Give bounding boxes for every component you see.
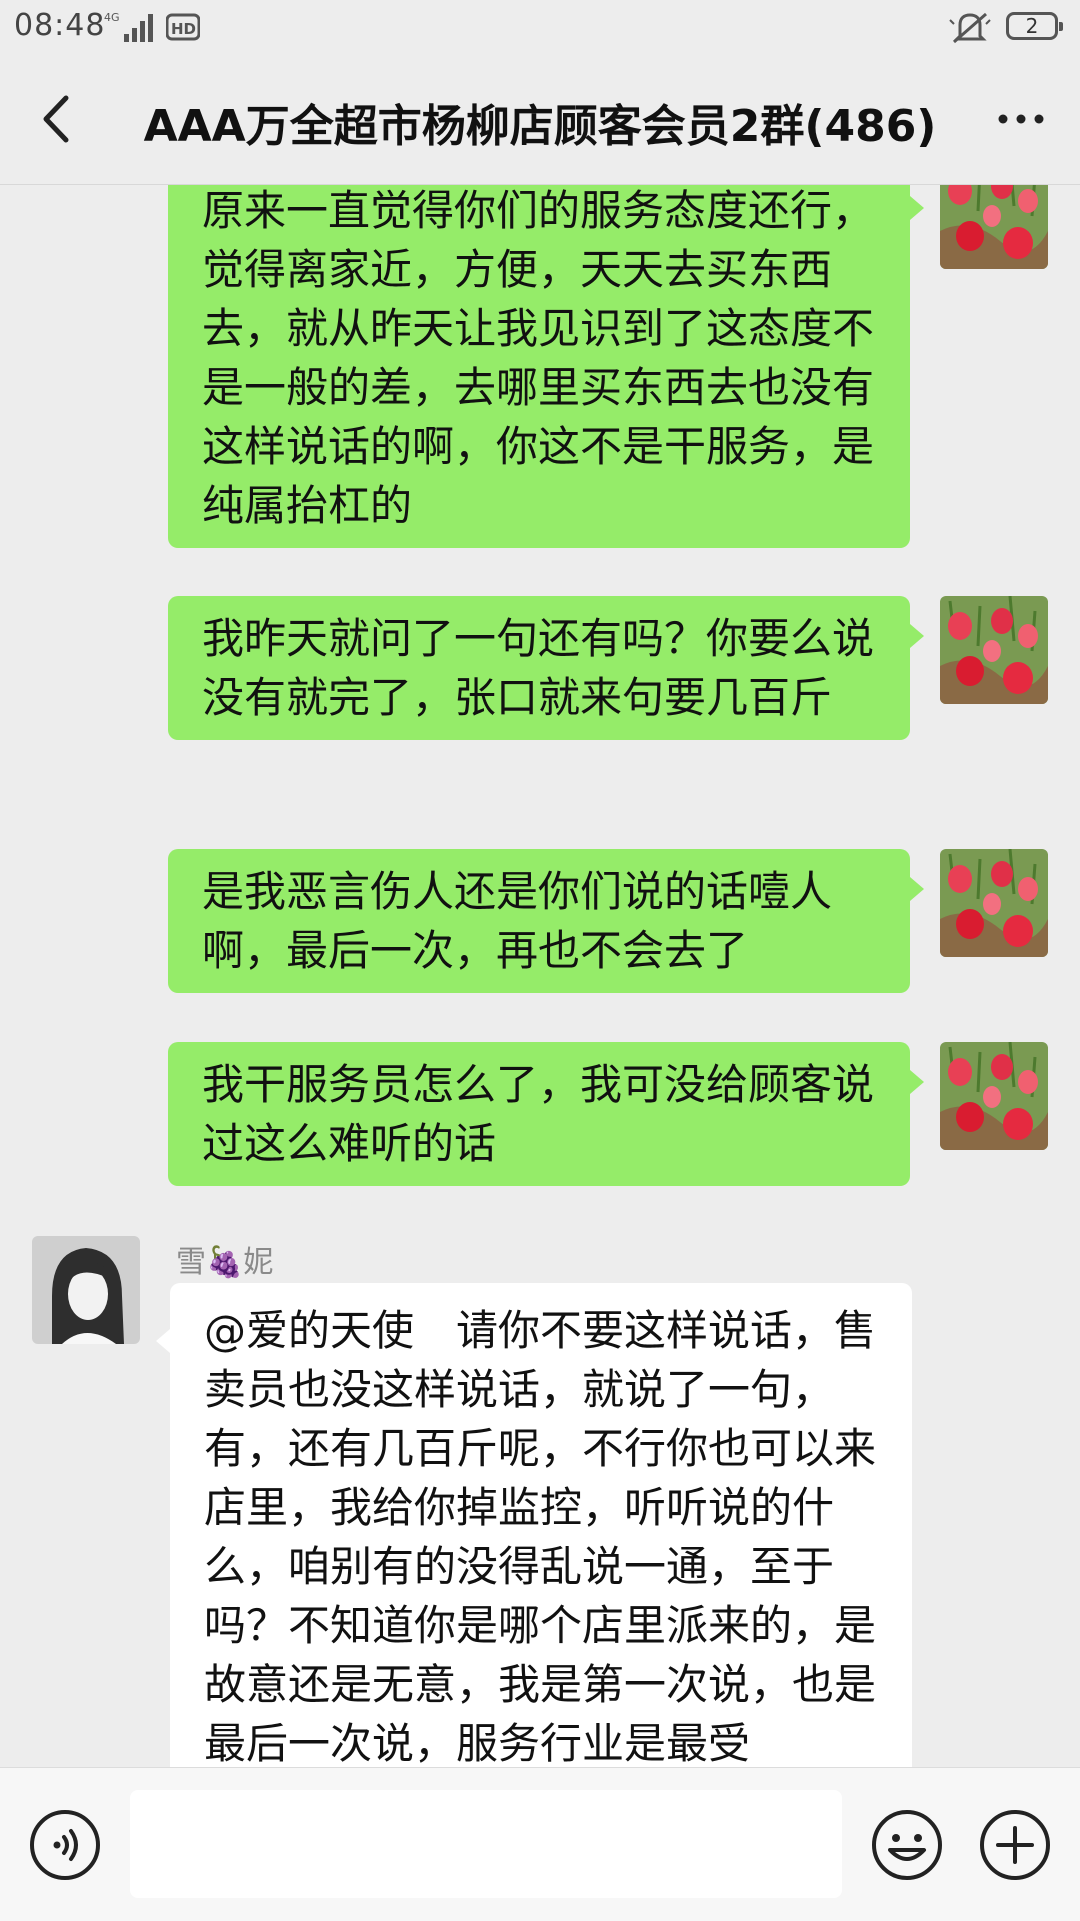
hd-label: HD [171, 20, 196, 38]
avatar-user[interactable] [32, 1236, 140, 1344]
message-text: 我干服务员怎么了，我可没给顾客说过这么难听的话 [202, 1060, 875, 1168]
outgoing-message-bubble[interactable]: 我干服务员怎么了，我可没给顾客说过这么难听的话 [168, 1042, 924, 1186]
avatar-tulips[interactable] [940, 185, 1048, 269]
signal-icon: 4G [104, 11, 153, 42]
message-text: 是我恶言伤人还是你们说的话噎人啊，最后一次，再也不会去了 [202, 867, 833, 975]
outgoing-message-bubble[interactable]: 我昨天就问了一句还有吗？你要么说没有就完了，张口就来句要几百斤 [168, 596, 924, 740]
message-text: @爱的天使 请你不要这样说话，售卖员也没这样说话，就说了一句，有，还有几百斤呢，… [204, 1306, 877, 1767]
mute-icon [949, 12, 991, 44]
status-time: 08:48 [14, 8, 106, 43]
hd-icon: HD [166, 13, 200, 41]
voice-icon[interactable] [28, 1808, 102, 1882]
message-text: 我昨天就问了一句还有吗？你要么说没有就完了，张口就来句要几百斤 [202, 614, 875, 722]
battery-indicator: 2 [1006, 12, 1063, 40]
chat-header: AAA万全超市杨柳店顾客会员2群(486) [0, 56, 1080, 185]
input-bar [0, 1767, 1080, 1921]
status-bar: 08:48 4G HD 2 [0, 0, 1080, 56]
emoji-icon[interactable] [870, 1808, 944, 1882]
outgoing-message-bubble[interactable]: 原来一直觉得你们的服务态度还行，觉得离家近，方便，天天去买东西去，就从昨天让我见… [168, 185, 924, 548]
chat-title: AAA万全超市杨柳店顾客会员2群(486) [143, 101, 937, 152]
message-input[interactable] [130, 1790, 842, 1898]
incoming-message-bubble[interactable]: @爱的天使 请你不要这样说话，售卖员也没这样说话，就说了一句，有，还有几百斤呢，… [156, 1283, 912, 1767]
avatar-tulips[interactable] [940, 1042, 1048, 1150]
outgoing-message-bubble[interactable]: 是我恶言伤人还是你们说的话噎人啊，最后一次，再也不会去了 [168, 849, 924, 993]
back-arrow-icon[interactable] [24, 84, 94, 154]
network-type-label: 4G [104, 11, 120, 24]
avatar-tulips[interactable] [940, 849, 1048, 957]
message-list[interactable]: 原来一直觉得你们的服务态度还行，觉得离家近，方便，天天去买东西去，就从昨天让我见… [0, 185, 1080, 1767]
sender-name: 雪🍇妮 [176, 1245, 274, 1280]
more-dots-icon[interactable] [986, 84, 1056, 154]
message-text: 原来一直觉得你们的服务态度还行，觉得离家近，方便，天天去买东西去，就从昨天让我见… [202, 186, 875, 530]
avatar-tulips[interactable] [940, 596, 1048, 704]
plus-icon[interactable] [978, 1808, 1052, 1882]
